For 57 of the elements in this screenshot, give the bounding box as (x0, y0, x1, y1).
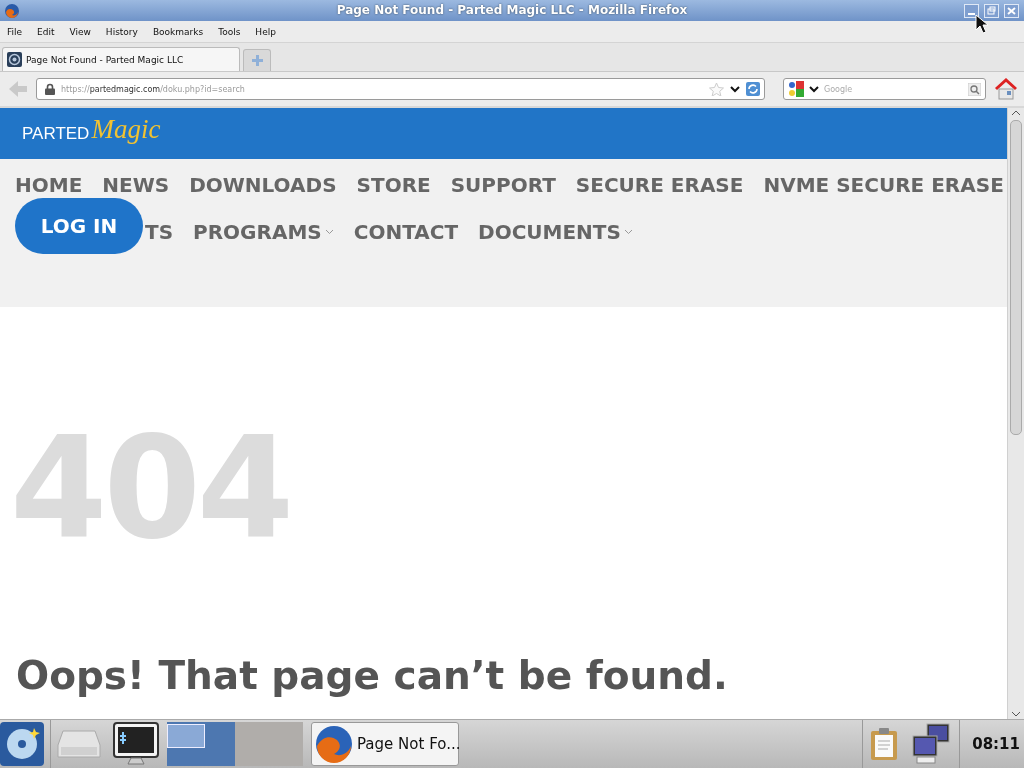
url-text: https://partedmagic.com/doku.php?id=search (61, 84, 246, 94)
scrollbar-thumb[interactable] (1010, 120, 1022, 435)
browser-tab[interactable]: Page Not Found - Parted Magic LLC (2, 47, 240, 71)
taskbar-task[interactable]: Page Not Fo... (311, 722, 459, 766)
menu-item[interactable]: File (7, 26, 30, 37)
scroll-down-icon[interactable] (1010, 709, 1022, 719)
menu-item[interactable]: Edit (37, 26, 62, 37)
nav-link[interactable]: NEWS (102, 173, 170, 197)
menu-item[interactable]: Bookmarks (152, 26, 211, 37)
menu-item[interactable]: Help (255, 26, 283, 37)
clock: 08:11 (972, 735, 1020, 753)
task-label: Page Not Fo... (357, 735, 461, 753)
clipboard-icon[interactable] (869, 727, 900, 761)
login-button[interactable]: LOG IN (15, 198, 143, 254)
restore-icon[interactable] (984, 3, 999, 18)
search-icon[interactable] (968, 82, 981, 96)
menu-item[interactable]: Tools (218, 26, 248, 37)
nav-link[interactable]: PROGRAMS (193, 220, 334, 244)
close-icon[interactable] (1004, 3, 1019, 18)
address-field[interactable]: https://partedmagic.com/doku.php?id=search (36, 78, 765, 100)
workspace[interactable] (167, 722, 235, 766)
nav-link[interactable]: STORE (356, 173, 431, 197)
logo-script: Magic (91, 114, 161, 145)
nav-link[interactable]: SECURE ERASE (575, 173, 744, 197)
window-title: Page Not Found - Parted Magic LLC - Mozilla Firefox (336, 3, 688, 17)
tab-label: Page Not Found - Parted Magic LLC (26, 54, 184, 65)
home-icon[interactable] (994, 78, 1018, 100)
nav-link[interactable]: CONTACT (353, 220, 459, 244)
menu-item[interactable]: View (69, 26, 98, 37)
search-engine-icon[interactable] (788, 81, 804, 97)
nav-link[interactable]: NVME SECURE ERASE (763, 173, 1004, 197)
mouse-pointer-icon (975, 14, 989, 34)
browser-logo-icon (314, 724, 354, 764)
nav-link[interactable]: SUPPORT (450, 173, 556, 197)
window-thumbnail (167, 724, 205, 748)
minimize-icon[interactable] (964, 3, 979, 18)
browser-logo-icon (4, 2, 20, 19)
lock-icon (45, 83, 55, 95)
disc-app-icon[interactable] (0, 722, 44, 766)
reload-icon[interactable] (746, 82, 760, 96)
search-input[interactable]: Google (824, 84, 963, 94)
error-message: Oops! That page can’t be found. (16, 653, 729, 698)
plus-icon (251, 55, 263, 66)
nav-link[interactable]: DOWNLOADS (189, 173, 337, 197)
search-field[interactable]: Google (783, 78, 986, 100)
bookmark-star-icon[interactable] (709, 82, 724, 96)
menu-item[interactable]: History (105, 26, 145, 37)
nav-link[interactable]: HOME (15, 173, 83, 197)
scrollbar[interactable] (1007, 108, 1024, 719)
nav-link[interactable]: DOCUMENTS (478, 220, 633, 244)
logo-text: PARTED (22, 123, 90, 144)
chevron-down-icon[interactable] (623, 229, 633, 235)
terminal-icon[interactable] (113, 722, 159, 766)
scroll-up-icon[interactable] (1010, 108, 1022, 118)
chevron-down-icon[interactable] (324, 229, 334, 235)
nav-link[interactable]: TS (145, 220, 174, 244)
site-icon (7, 52, 22, 67)
